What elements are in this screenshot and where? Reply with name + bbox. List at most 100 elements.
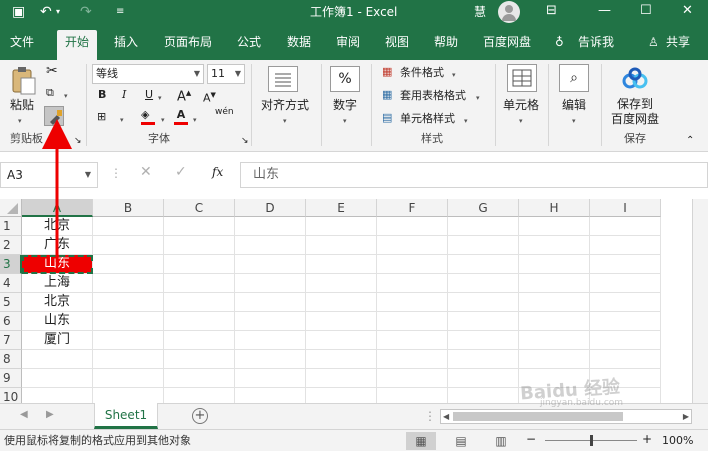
cell[interactable]: 山东 xyxy=(22,312,93,331)
cell[interactable] xyxy=(306,312,377,331)
cell[interactable] xyxy=(164,274,235,293)
decrease-font-icon[interactable]: A▼ xyxy=(203,88,216,106)
cell[interactable] xyxy=(235,331,306,350)
cell[interactable] xyxy=(377,236,448,255)
cell[interactable] xyxy=(377,388,448,403)
tab-formulas[interactable]: 公式 xyxy=(237,33,261,51)
font-size-combo[interactable]: 11 ▼ xyxy=(207,64,245,84)
minimize-icon[interactable]: — xyxy=(598,2,611,20)
horizontal-scrollbar[interactable]: ◀ ▶ xyxy=(440,409,692,424)
tab-file[interactable]: 文件 xyxy=(10,33,34,51)
page-break-view-icon[interactable]: ▥ xyxy=(486,432,516,450)
cell[interactable] xyxy=(448,350,519,369)
tab-insert[interactable]: 插入 xyxy=(114,33,138,51)
cut-icon[interactable]: ✂ xyxy=(46,64,58,78)
page-layout-view-icon[interactable]: ▤ xyxy=(446,432,476,450)
cell[interactable] xyxy=(93,350,164,369)
cell[interactable] xyxy=(519,255,590,274)
column-header-g[interactable]: G xyxy=(448,199,519,217)
italic-button[interactable]: I xyxy=(122,88,126,102)
formula-input[interactable]: 山东 xyxy=(240,162,708,188)
cell[interactable] xyxy=(590,293,661,312)
cell[interactable] xyxy=(164,217,235,236)
cell[interactable] xyxy=(93,369,164,388)
cell[interactable]: 厦门 xyxy=(22,331,93,350)
cell[interactable] xyxy=(235,293,306,312)
paste-dropdown-icon[interactable]: ▾ xyxy=(18,114,22,128)
active-cell[interactable]: 山东 xyxy=(22,255,93,274)
cells-dropdown-icon[interactable]: ▾ xyxy=(519,114,523,128)
conditional-format-dropdown-icon[interactable]: ▾ xyxy=(452,68,456,82)
paste-icon[interactable] xyxy=(10,66,38,96)
alignment-button[interactable]: 对齐方式 xyxy=(261,98,309,112)
cell[interactable] xyxy=(235,350,306,369)
maximize-icon[interactable]: ☐ xyxy=(640,2,652,20)
underline-button[interactable]: U xyxy=(145,88,153,102)
undo-icon[interactable]: ↶ xyxy=(40,3,52,21)
cell[interactable] xyxy=(377,369,448,388)
ribbon-display-icon[interactable]: ⊟ xyxy=(546,2,557,20)
cell-styles-dropdown-icon[interactable]: ▾ xyxy=(464,114,468,128)
cell[interactable] xyxy=(22,388,93,403)
cell[interactable] xyxy=(590,236,661,255)
save-icon[interactable]: ▣ xyxy=(12,3,25,21)
conditional-format-button[interactable]: 条件格式 xyxy=(400,66,444,80)
select-all-corner[interactable] xyxy=(0,199,22,217)
cell[interactable] xyxy=(235,255,306,274)
row-header-1[interactable]: 1 xyxy=(0,217,22,236)
cell[interactable] xyxy=(164,293,235,312)
cell[interactable]: 广东 xyxy=(22,236,93,255)
cell[interactable] xyxy=(519,236,590,255)
cell[interactable] xyxy=(235,369,306,388)
cell[interactable] xyxy=(519,331,590,350)
cell[interactable] xyxy=(448,255,519,274)
add-sheet-button[interactable]: + xyxy=(192,408,208,424)
cell[interactable] xyxy=(448,369,519,388)
font-launcher-icon[interactable]: ↘ xyxy=(241,134,249,148)
format-painter-button[interactable] xyxy=(44,106,64,126)
cell[interactable] xyxy=(519,312,590,331)
cell[interactable] xyxy=(164,255,235,274)
column-header-e[interactable]: E xyxy=(306,199,377,217)
cell[interactable]: 北京 xyxy=(22,217,93,236)
cell[interactable] xyxy=(590,312,661,331)
copy-icon[interactable]: ⧉ xyxy=(46,86,54,100)
cell[interactable] xyxy=(22,350,93,369)
zoom-in-icon[interactable]: + xyxy=(642,432,652,446)
zoom-level[interactable]: 100% xyxy=(662,433,693,449)
row-header-9[interactable]: 9 xyxy=(0,369,22,388)
row-header-10[interactable]: 10 xyxy=(0,388,22,403)
cell[interactable] xyxy=(590,331,661,350)
avatar[interactable] xyxy=(498,1,520,23)
cell-styles-button[interactable]: 单元格样式 xyxy=(400,112,455,126)
cell[interactable] xyxy=(164,236,235,255)
copy-dropdown-icon[interactable]: ▾ xyxy=(64,89,68,103)
increase-font-icon[interactable]: A▲ xyxy=(177,86,191,104)
column-header-b[interactable]: B xyxy=(93,199,164,217)
font-name-combo[interactable]: 等线 ▼ xyxy=(92,64,204,84)
cell[interactable] xyxy=(448,388,519,403)
format-as-table-dropdown-icon[interactable]: ▾ xyxy=(476,91,480,105)
cell[interactable] xyxy=(306,369,377,388)
column-header-c[interactable]: C xyxy=(164,199,235,217)
scroll-thumb[interactable] xyxy=(453,412,623,421)
cell[interactable] xyxy=(235,217,306,236)
cell[interactable] xyxy=(306,388,377,403)
tell-me-search[interactable]: 告诉我 xyxy=(578,33,614,51)
column-header-d[interactable]: D xyxy=(235,199,306,217)
cell[interactable] xyxy=(377,312,448,331)
cell[interactable] xyxy=(164,331,235,350)
row-header-5[interactable]: 5 xyxy=(0,293,22,312)
normal-view-icon[interactable]: ▦ xyxy=(406,432,436,450)
tab-page-layout[interactable]: 页面布局 xyxy=(164,33,212,51)
clipboard-launcher-icon[interactable]: ↘ xyxy=(74,134,82,148)
cell[interactable] xyxy=(306,274,377,293)
column-header-f[interactable]: F xyxy=(377,199,448,217)
cell[interactable] xyxy=(306,350,377,369)
tab-help[interactable]: 帮助 xyxy=(434,33,458,51)
cell[interactable] xyxy=(448,274,519,293)
scroll-left-icon[interactable]: ◀ xyxy=(443,410,449,423)
row-header-3[interactable]: 3 xyxy=(0,255,22,274)
cell[interactable] xyxy=(93,388,164,403)
close-icon[interactable]: ✕ xyxy=(682,2,693,20)
